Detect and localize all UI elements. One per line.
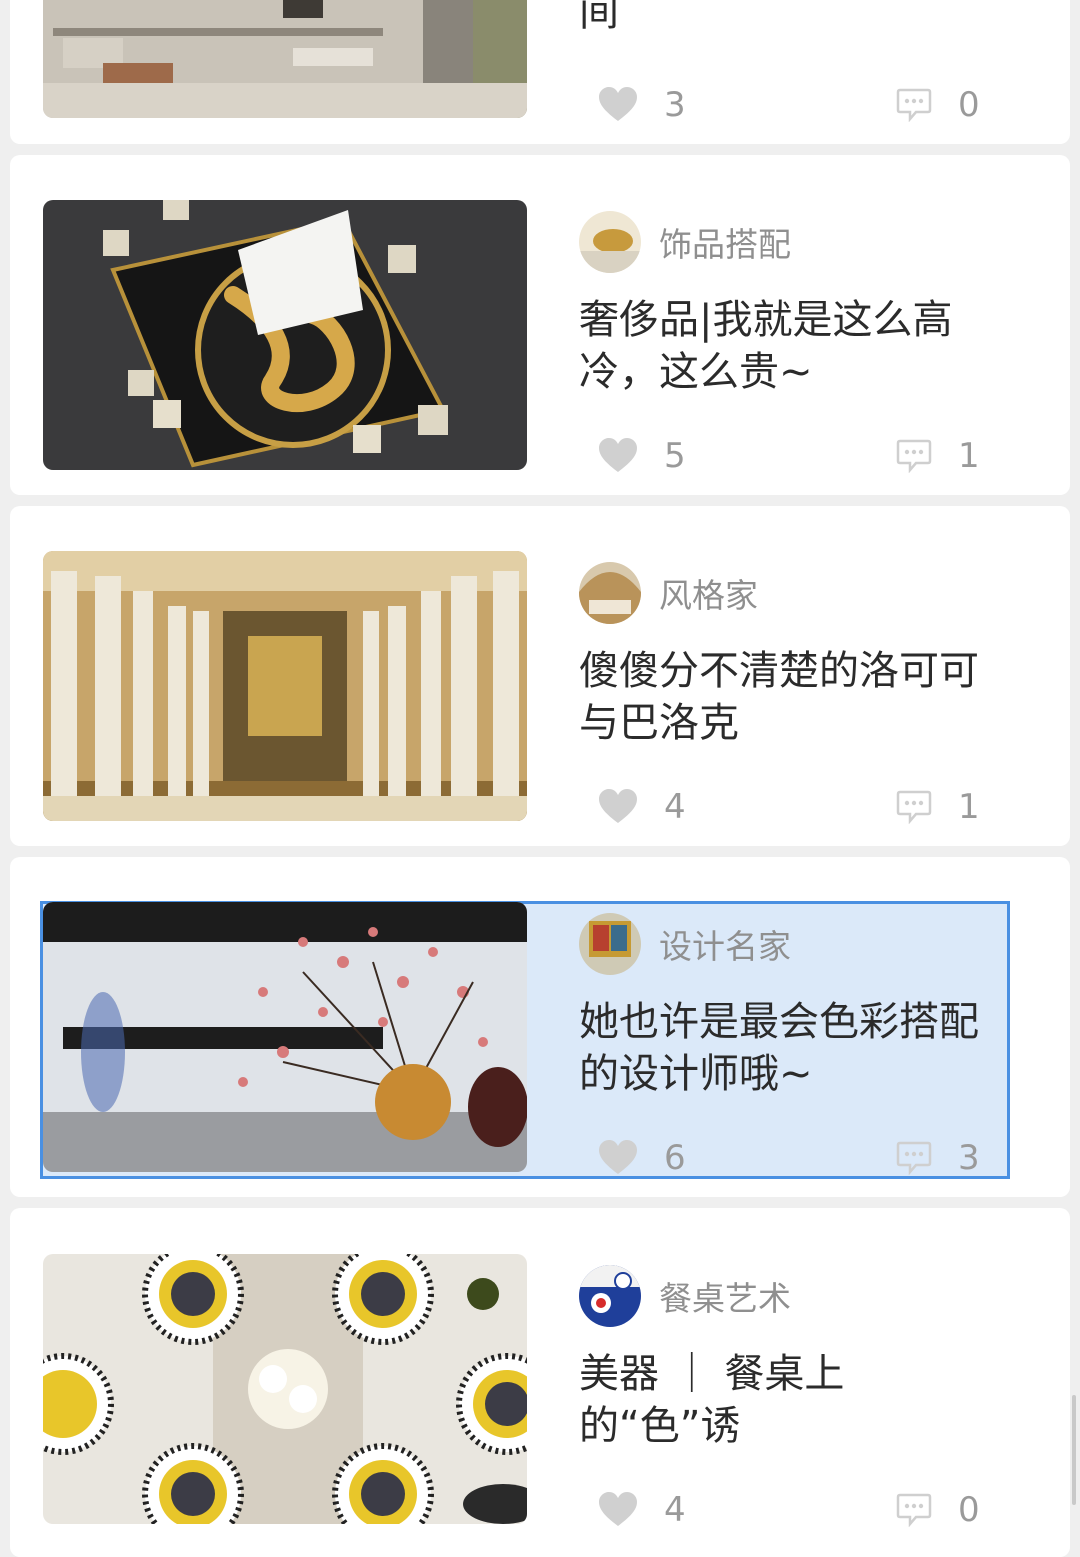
article-title[interactable]: 奢侈品|我就是这么高冷，这么贵~ <box>579 294 999 398</box>
article-card[interactable]: 餐桌艺术 美器 ｜ 餐桌上的“色”诱 4 0 <box>10 1208 1070 1557</box>
like-stat[interactable]: 4 <box>598 1488 686 1532</box>
like-stat[interactable]: 4 <box>598 785 686 829</box>
blossom-photo <box>43 902 527 1172</box>
article-thumbnail[interactable] <box>43 0 527 118</box>
like-stat[interactable]: 3 <box>598 83 686 127</box>
comment-count: 1 <box>958 436 980 476</box>
heart-icon <box>599 438 637 472</box>
like-count: 4 <box>664 1490 686 1530</box>
comment-count: 3 <box>958 1138 980 1178</box>
article-title[interactable]: 间 <box>579 0 999 38</box>
heart-icon <box>599 789 637 823</box>
like-count: 5 <box>664 436 686 476</box>
article-thumbnail[interactable] <box>43 902 527 1172</box>
avatar-image <box>579 562 641 624</box>
article-category: 餐桌艺术 <box>659 1279 791 1318</box>
comment-stat[interactable]: 1 <box>896 434 980 478</box>
article-title[interactable]: 傻傻分不清楚的洛可可与巴洛克 <box>579 645 999 749</box>
comment-bubble-icon <box>896 88 932 122</box>
comment-stat[interactable]: 3 <box>896 1136 980 1180</box>
author-avatar[interactable] <box>579 211 641 273</box>
article-category: 饰品搭配 <box>659 225 791 264</box>
author-avatar[interactable] <box>579 562 641 624</box>
avatar-image <box>579 913 641 975</box>
comment-bubble-icon <box>896 439 932 473</box>
heart-icon <box>599 1492 637 1526</box>
article-category: 设计名家 <box>659 927 791 966</box>
comment-bubble-icon <box>896 790 932 824</box>
like-count: 4 <box>664 787 686 827</box>
like-count: 3 <box>664 85 686 125</box>
comment-bubble-icon <box>896 1493 932 1527</box>
article-thumbnail[interactable] <box>43 551 527 821</box>
table-setting-photo <box>43 1254 527 1524</box>
avatar-image <box>579 1265 641 1327</box>
article-thumbnail[interactable] <box>43 1254 527 1524</box>
author-avatar[interactable] <box>579 1265 641 1327</box>
article-card[interactable]: 间 3 0 <box>10 0 1070 144</box>
like-count: 6 <box>664 1138 686 1178</box>
chapel-photo <box>43 551 527 821</box>
comment-count: 1 <box>958 787 980 827</box>
comment-bubble-icon <box>896 1141 932 1175</box>
wardrobe-photo <box>43 0 527 118</box>
article-card[interactable]: 饰品搭配 奢侈品|我就是这么高冷，这么贵~ 5 1 <box>10 155 1070 495</box>
comment-stat[interactable]: 1 <box>896 785 980 829</box>
crocodile-tray-photo <box>43 200 527 470</box>
article-title[interactable]: 她也许是最会色彩搭配的设计师哦~ <box>579 996 999 1100</box>
article-feed: 间 3 0 饰品搭配 奢侈品|我就是这么高冷，这么贵~ 5 1 风格家 傻傻分不… <box>0 0 1080 1557</box>
comment-stat[interactable]: 0 <box>896 1488 980 1532</box>
like-stat[interactable]: 5 <box>598 434 686 478</box>
comment-count: 0 <box>958 1490 980 1530</box>
scrollbar[interactable] <box>1072 1395 1076 1505</box>
comment-count: 0 <box>958 85 980 125</box>
article-card-selected[interactable]: 设计名家 她也许是最会色彩搭配的设计师哦~ 6 3 <box>10 857 1070 1197</box>
heart-icon <box>599 87 637 121</box>
article-card[interactable]: 风格家 傻傻分不清楚的洛可可与巴洛克 4 1 <box>10 506 1070 846</box>
avatar-image <box>579 211 641 273</box>
article-thumbnail[interactable] <box>43 200 527 470</box>
like-stat[interactable]: 6 <box>598 1136 686 1180</box>
author-avatar[interactable] <box>579 913 641 975</box>
comment-stat[interactable]: 0 <box>896 83 980 127</box>
article-title[interactable]: 美器 ｜ 餐桌上的“色”诱 <box>579 1348 999 1452</box>
heart-icon <box>599 1140 637 1174</box>
article-category: 风格家 <box>659 576 758 615</box>
